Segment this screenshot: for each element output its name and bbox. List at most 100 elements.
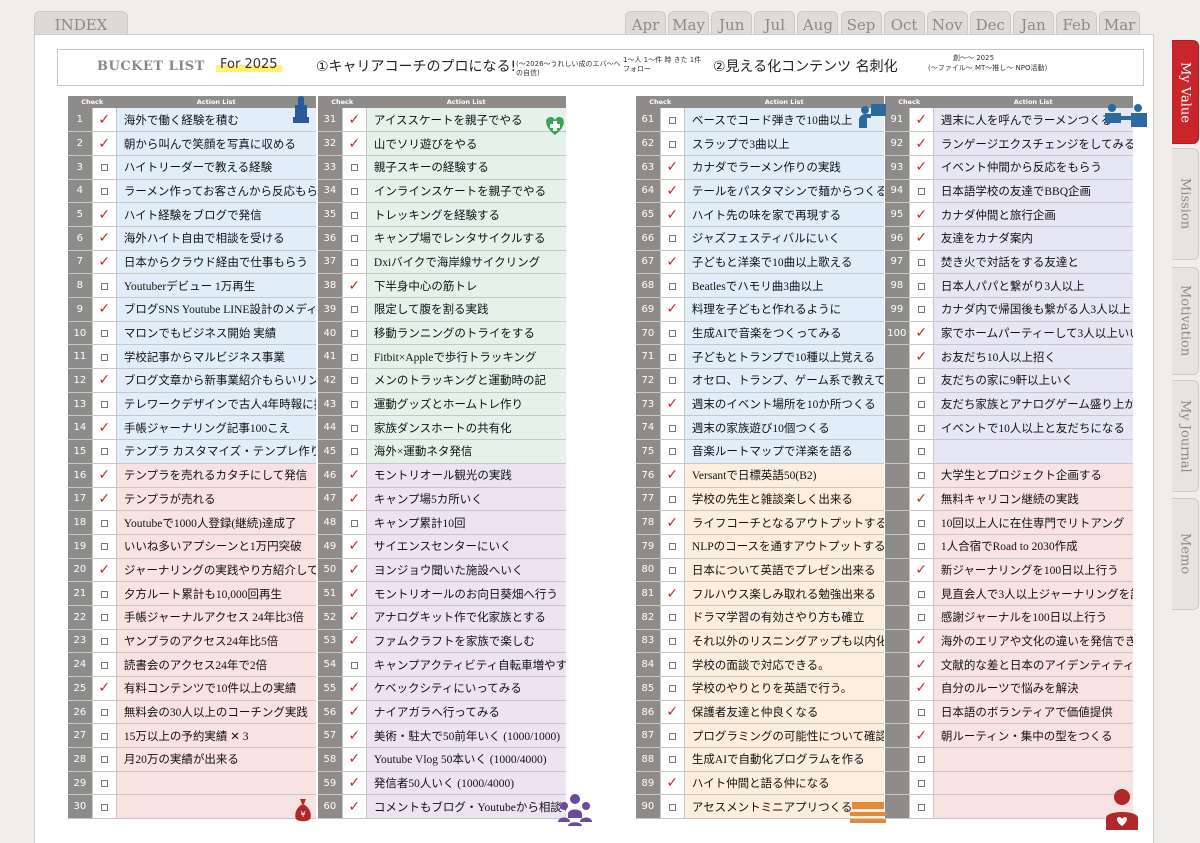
checkbox[interactable] (341, 321, 367, 346)
check-mark-icon[interactable]: ✓ (91, 558, 117, 583)
checkbox[interactable] (908, 747, 934, 772)
check-mark-icon[interactable]: ✓ (341, 700, 367, 725)
check-mark-icon[interactable]: ✓ (659, 771, 685, 796)
action-item-text[interactable]: 海外ハイト自由で相談を受ける (116, 226, 316, 251)
check-mark-icon[interactable]: ✓ (659, 250, 685, 275)
action-item-text[interactable]: 生成AIで自動化プログラムを作る (684, 747, 884, 772)
checkbox[interactable] (659, 652, 685, 677)
action-item-text[interactable]: 生成AIで音楽をつくってみる (684, 321, 884, 346)
check-mark-icon[interactable]: ✓ (341, 676, 367, 701)
action-item-text[interactable]: ファムクラフトを家族で楽しむ (366, 629, 566, 654)
check-mark-icon[interactable]: ✓ (908, 155, 934, 180)
action-item-text[interactable]: Versantで日標英語50(B2) (684, 463, 884, 488)
checkbox[interactable] (91, 155, 117, 180)
check-mark-icon[interactable]: ✓ (908, 629, 934, 654)
action-item-text[interactable]: 日本からクラウド経由で仕事もらう (116, 250, 316, 275)
side-tab-memo[interactable]: Memo (1172, 498, 1199, 610)
checkbox[interactable] (908, 179, 934, 204)
action-item-text[interactable]: 大学生とプロジェクト企画する (933, 463, 1133, 488)
checkbox[interactable] (908, 771, 934, 796)
action-item-text[interactable]: 学校の面談で対応できる。 (684, 652, 884, 677)
action-item-text[interactable]: 新ジャーナリングを100日以上行う (933, 558, 1133, 583)
checkbox[interactable] (659, 131, 685, 156)
action-item-text[interactable]: テンプラ カスタマイズ・テンプレ作り実績 (116, 439, 316, 464)
action-item-text[interactable]: 子どもとトランプで10種以上覚える (684, 344, 884, 370)
action-item-text[interactable]: カナダ仲間と旅行企画 (933, 202, 1133, 227)
action-item-text[interactable]: ケベックシティにいってみる (366, 676, 566, 701)
check-mark-icon[interactable]: ✓ (91, 415, 117, 441)
action-item-text[interactable]: ライフコーチとなるアウトプットする (684, 510, 884, 535)
check-mark-icon[interactable]: ✓ (659, 297, 685, 322)
check-mark-icon[interactable]: ✓ (908, 108, 934, 133)
checkbox[interactable] (659, 344, 685, 370)
check-mark-icon[interactable]: ✓ (908, 344, 934, 370)
action-item-text[interactable]: ベースでコード弾きで10曲以上 (684, 108, 884, 133)
action-item-text[interactable]: 美術・駐大で50前年いく (1000/1000) (366, 723, 566, 749)
checkbox[interactable] (659, 676, 685, 701)
check-mark-icon[interactable]: ✓ (908, 676, 934, 701)
action-item-text[interactable]: キャンプアクティビティ自転車増やす (366, 652, 566, 677)
action-item-text[interactable]: 自分のルーツで悩みを解決 (933, 676, 1133, 701)
action-item-text[interactable]: 学校記事からマルビジネス事業 (116, 344, 316, 370)
action-item-text[interactable]: モントリオールのお向日葵畑へ行う (366, 581, 566, 606)
action-item-text[interactable]: 感謝ジャーナルを100日以上行う (933, 605, 1133, 630)
checkbox[interactable] (91, 510, 117, 535)
checkbox[interactable] (341, 415, 367, 441)
checkbox[interactable] (659, 747, 685, 772)
action-item-text[interactable]: Youtubeで1000人登録(継続)達成了 (116, 510, 316, 535)
checkbox[interactable] (908, 250, 934, 275)
checkbox[interactable] (91, 273, 117, 298)
checkbox[interactable] (91, 439, 117, 464)
action-item-text[interactable]: キャンプ場でレンタサイクルする (366, 226, 566, 251)
checkbox[interactable] (659, 439, 685, 464)
action-item-text[interactable]: テンプラを売れるカタチにして発信 (116, 463, 316, 488)
action-item-text[interactable]: 海外×運動ネタ発信 (366, 439, 566, 464)
checkbox[interactable] (341, 344, 367, 370)
check-mark-icon[interactable]: ✓ (341, 771, 367, 796)
check-mark-icon[interactable]: ✓ (91, 297, 117, 322)
check-mark-icon[interactable]: ✓ (908, 321, 934, 346)
checkbox[interactable] (908, 534, 934, 559)
checkbox[interactable] (91, 723, 117, 749)
check-mark-icon[interactable]: ✓ (341, 558, 367, 583)
checkbox[interactable] (908, 368, 934, 393)
check-mark-icon[interactable]: ✓ (659, 510, 685, 535)
action-item-text[interactable]: サイエンスセンターにいく (366, 534, 566, 559)
checkbox[interactable] (659, 723, 685, 749)
action-item-text[interactable]: 料理を子どもと作れるように (684, 297, 884, 322)
checkbox[interactable] (341, 250, 367, 275)
checkbox[interactable] (341, 179, 367, 204)
checkbox[interactable] (659, 794, 685, 820)
checkbox[interactable] (91, 605, 117, 630)
checkbox[interactable] (341, 202, 367, 227)
action-item-text[interactable]: 無料キャリコン継続の実践 (933, 487, 1133, 512)
checkbox[interactable] (659, 415, 685, 441)
check-mark-icon[interactable]: ✓ (341, 581, 367, 606)
action-item-text[interactable]: ナイアガラへ行ってみる (366, 700, 566, 725)
action-item-text[interactable]: ヤンプラのアクセス24年比5倍 (116, 629, 316, 654)
check-mark-icon[interactable]: ✓ (91, 368, 117, 393)
check-mark-icon[interactable]: ✓ (91, 108, 117, 133)
checkbox[interactable] (659, 226, 685, 251)
action-item-text[interactable]: カナダでラーメン作りの実践 (684, 155, 884, 180)
action-item-text[interactable]: 家族ダンスホートの共有化 (366, 415, 566, 441)
checkbox[interactable] (908, 463, 934, 488)
check-mark-icon[interactable]: ✓ (659, 179, 685, 204)
action-item-text[interactable]: Youtuberデビュー 1万再生 (116, 273, 316, 298)
check-mark-icon[interactable]: ✓ (341, 463, 367, 488)
action-item-text[interactable]: 日本語学校の友達でBBQ企画 (933, 179, 1133, 204)
action-item-text[interactable]: ジャーナリングの実践やり方紹介してもらう (116, 558, 316, 583)
checkbox[interactable] (91, 581, 117, 606)
action-item-text[interactable]: 10回以上人に在住専門でリトアング (933, 510, 1133, 535)
action-item-text[interactable]: NLPのコースを通すアウトプットする (684, 534, 884, 559)
check-mark-icon[interactable]: ✓ (908, 652, 934, 677)
action-item-text[interactable]: キャンプ場5カ所いく (366, 487, 566, 512)
action-item-text[interactable]: 保護者友達と仲良くなる (684, 700, 884, 725)
action-item-text[interactable]: 音楽ルートマップで洋楽を語る (684, 439, 884, 464)
checkbox[interactable] (341, 510, 367, 535)
checkbox[interactable] (341, 368, 367, 393)
action-item-text[interactable]: 友だちの家に9軒以上いく (933, 368, 1133, 393)
checkbox[interactable] (341, 155, 367, 180)
checkbox[interactable] (341, 226, 367, 251)
action-item-text[interactable]: 手帳ジャーナルアクセス 24年比3倍 (116, 605, 316, 630)
